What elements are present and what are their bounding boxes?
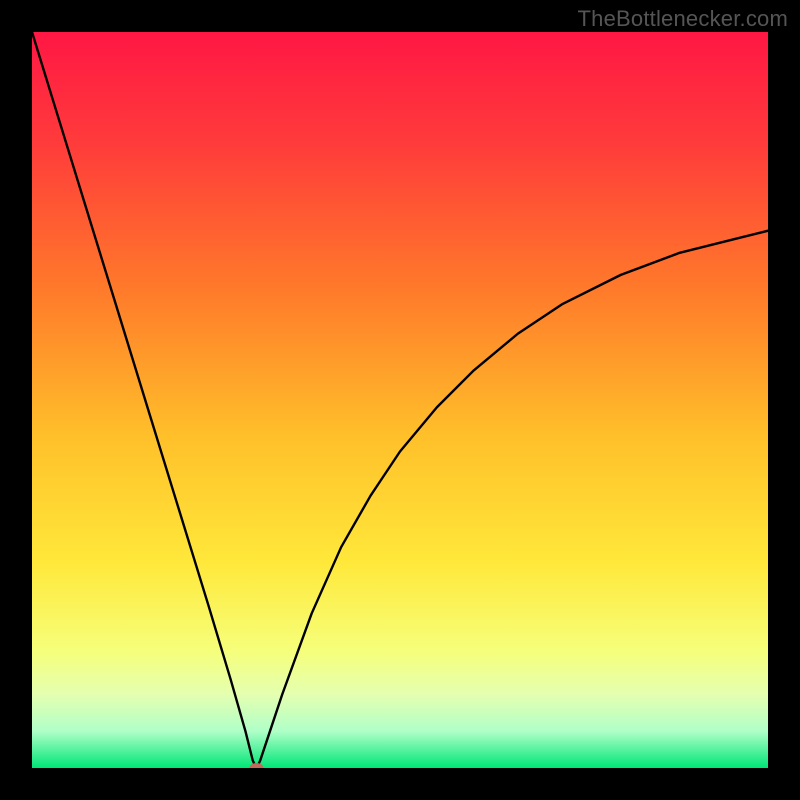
bottleneck-chart xyxy=(32,32,768,768)
watermark-text: TheBottlenecker.com xyxy=(578,6,788,32)
gradient-background xyxy=(32,32,768,768)
chart-frame: TheBottlenecker.com xyxy=(0,0,800,800)
